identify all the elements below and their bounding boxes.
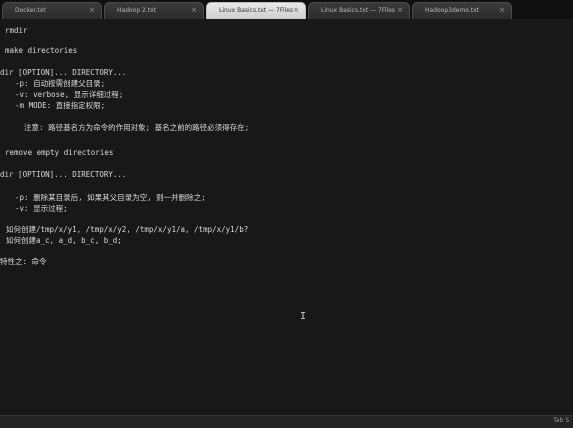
tab-size-indicator[interactable]: Tab S [553, 417, 569, 424]
editor-line: dir [OPTION]... DIRECTORY... [0, 68, 127, 77]
editor-line: rmdir [5, 26, 28, 35]
close-icon[interactable]: × [397, 3, 403, 18]
tab-label: Hadoop 2.txt [117, 7, 157, 14]
tab-linux-basics-active[interactable]: Linux Basics.txt — 7Files × [206, 2, 306, 19]
editor-line: -p: 自动按需创建父目录; [6, 79, 106, 88]
text-cursor-icon: I [300, 311, 307, 322]
status-bar: Tab S [0, 415, 573, 428]
editor-line: 特性之: 命令 [0, 257, 47, 266]
editor-line: remove empty directories [5, 148, 114, 157]
close-icon[interactable]: × [293, 3, 299, 18]
editor-line: -v: verbose, 显示详细过程; [6, 90, 124, 99]
close-icon[interactable]: × [499, 3, 505, 18]
editor-line: -p: 删除某目录后, 如果其父目录为空, 则一并删除之; [6, 193, 206, 202]
editor-line: -v: 显示过程; [6, 204, 68, 213]
editor-line: make directories [5, 46, 78, 55]
tab-label: Hadoop3demo.txt [425, 7, 480, 14]
tab-label: Linux Basics.txt — 7Files [321, 7, 396, 14]
close-icon[interactable]: × [89, 3, 95, 18]
tab-bar: Docker.txt × Hadoop 2.txt × Linux Basics… [0, 0, 573, 19]
editor-line: 如何创建/tmp/x/y1, /tmp/x/y2, /tmp/x/y1/a, /… [6, 225, 249, 234]
text-editor[interactable]: rmdir make directories dir [OPTION]... D… [0, 19, 573, 415]
editor-line: 注意: 路径基名方为命令的作用对象; 基名之前的路径必须得存在; [6, 123, 250, 132]
editor-line: 如何创建a_c, a_d, b_c, b_d; [6, 236, 122, 245]
tab-docker[interactable]: Docker.txt × [2, 2, 102, 19]
editor-line: -m MODE: 直接指定权限; [6, 101, 106, 110]
editor-line: dir [OPTION]... DIRECTORY... [0, 170, 127, 179]
tab-label: Linux Basics.txt — 7Files [219, 7, 294, 14]
tab-label: Docker.txt [15, 7, 46, 14]
tab-hadoop2[interactable]: Hadoop 2.txt × [104, 2, 204, 19]
tab-linux-basics[interactable]: Linux Basics.txt — 7Files × [308, 2, 410, 19]
close-icon[interactable]: × [191, 3, 197, 18]
tab-hadoop3demo[interactable]: Hadoop3demo.txt × [412, 2, 512, 19]
